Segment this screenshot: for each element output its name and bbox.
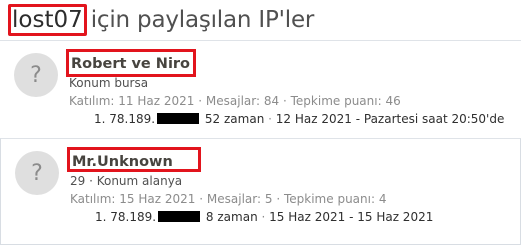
ip-date-range: 12 Haz 2021 - Pazartesi saat 20:50'de xyxy=(275,112,505,126)
username-highlight-box: Robert ve Niro xyxy=(66,49,196,77)
page-title: lost07 için paylaşılan IP'ler xyxy=(8,3,314,36)
reaction-score: 46 xyxy=(385,94,401,108)
avatar[interactable]: ? xyxy=(14,53,58,97)
user-meta: Katılım: 15 Haz 2021 · Mesajlar: 5 · Tep… xyxy=(70,192,386,206)
joined-date: 15 Haz 2021 xyxy=(119,192,196,206)
redaction-block xyxy=(157,113,200,124)
joined-label: Katılım: xyxy=(70,192,116,206)
meta-separator: · xyxy=(198,94,203,108)
ip-address-prefix[interactable]: 78.189. xyxy=(110,210,156,224)
page-header: lost07 için paylaşılan IP'ler xyxy=(0,0,521,40)
ip-entry: 1. 78.189. 8 zaman · 15 Haz 2021 - 15 Ha… xyxy=(95,210,433,224)
redaction-block xyxy=(158,211,201,222)
meta-separator: · xyxy=(276,192,281,206)
ip-index: 1. xyxy=(95,210,107,224)
reaction-label: Tepkime puanı: xyxy=(283,192,376,206)
meta-separator: · xyxy=(282,94,287,108)
joined-label: Katılım: xyxy=(69,94,115,108)
user-row: ? Mr.Unknown 29 · Konum alanya Katılım: … xyxy=(0,138,521,245)
user-row: ? Robert ve Niro Konum bursa Katılım: 11… xyxy=(0,40,521,138)
joined-date: 11 Haz 2021 xyxy=(118,94,195,108)
ip-separator: · xyxy=(268,112,272,126)
reaction-score: 4 xyxy=(378,192,387,206)
title-username-highlight[interactable]: lost07 xyxy=(8,3,87,36)
user-blurb: Konum bursa xyxy=(69,76,149,90)
reaction-label: Tepkime puanı: xyxy=(290,94,382,108)
user-blurb: 29 · Konum alanya xyxy=(70,174,183,188)
title-text: için paylaşılan IP'ler xyxy=(90,6,315,33)
ip-address-prefix[interactable]: 78.189. xyxy=(109,112,155,126)
messages-label: Mesajlar: xyxy=(205,94,261,108)
messages-count: 84 xyxy=(263,94,280,108)
shared-ip-user-list: ? Robert ve Niro Konum bursa Katılım: 11… xyxy=(0,40,521,245)
ip-index: 1. xyxy=(94,112,106,126)
messages-label: Mesajlar: xyxy=(206,192,262,206)
avatar-placeholder-icon: ? xyxy=(30,62,42,88)
username-link[interactable]: Robert ve Niro xyxy=(71,56,190,72)
ip-usage-count: 8 zaman xyxy=(205,210,258,224)
username-highlight-box: Mr.Unknown xyxy=(67,147,201,172)
ip-date-range: 15 Haz 2021 - 15 Haz 2021 xyxy=(269,210,434,224)
meta-separator: · xyxy=(199,192,204,206)
ip-usage-count: 52 zaman xyxy=(204,112,265,126)
ip-separator: · xyxy=(261,210,266,224)
messages-count: 5 xyxy=(264,192,273,206)
username-link[interactable]: Mr.Unknown xyxy=(72,154,173,170)
ip-entry: 1. 78.189. 52 zaman · 12 Haz 2021 - Paza… xyxy=(94,112,504,126)
user-meta: Katılım: 11 Haz 2021 · Mesajlar: 84 · Te… xyxy=(69,94,401,108)
avatar[interactable]: ? xyxy=(15,151,59,195)
avatar-placeholder-icon: ? xyxy=(31,160,43,186)
